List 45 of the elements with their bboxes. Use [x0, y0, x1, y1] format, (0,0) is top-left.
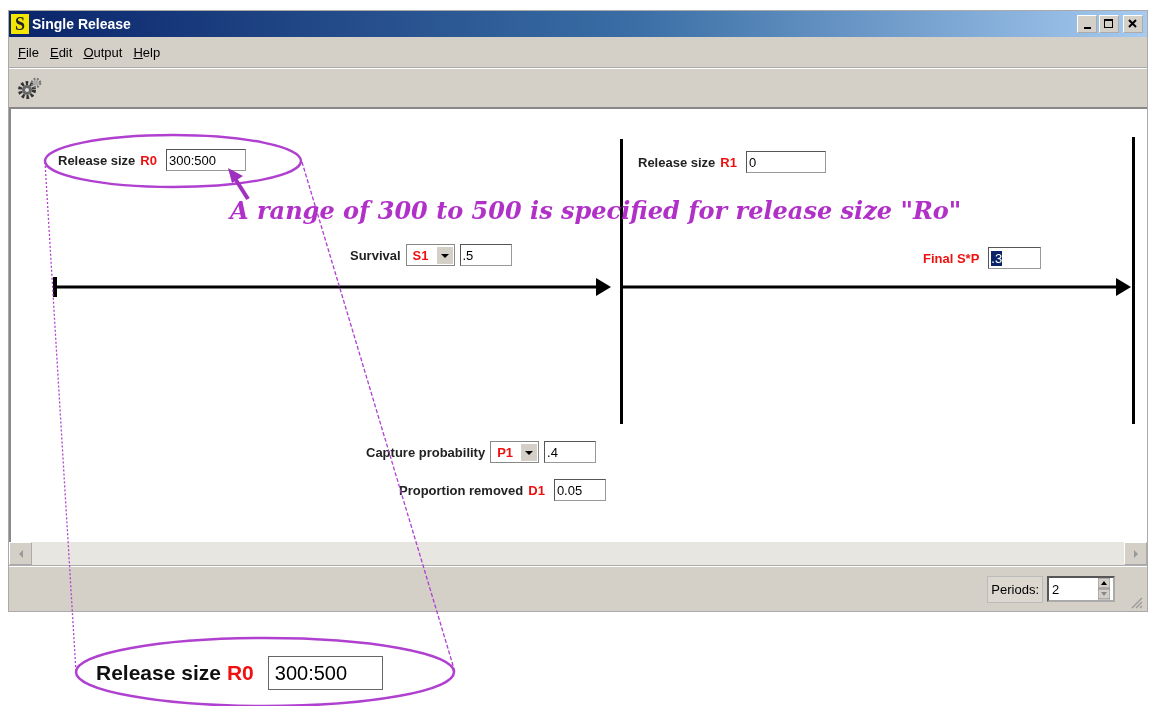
field-label: Release size: [96, 661, 221, 685]
parameter-code: R1: [720, 154, 737, 170]
input-field[interactable]: 0.05: [553, 479, 606, 501]
parameter-code: R0: [226, 661, 254, 685]
pointer-arrow: [228, 168, 250, 201]
input-field[interactable]: 0: [745, 151, 826, 173]
input-field[interactable]: 300:500: [165, 149, 246, 171]
close-button[interactable]: [1123, 15, 1143, 33]
field-label: Capture probability: [366, 444, 486, 460]
field-label: Final S*P: [923, 250, 980, 266]
periods-spinner[interactable]: 2: [1047, 576, 1115, 602]
parameter-code: R0: [140, 152, 157, 168]
input-field[interactable]: .4: [544, 441, 597, 463]
field-label: Release size: [638, 154, 716, 170]
gear-icon: [17, 76, 43, 100]
scroll-right-button[interactable]: [1124, 542, 1147, 565]
input-field[interactable]: .5: [459, 244, 512, 266]
spinner-arrows-icon: [1098, 578, 1110, 600]
minimize-icon: [1083, 26, 1091, 29]
maximize-icon: [1104, 19, 1114, 29]
minimize-button[interactable]: [1077, 15, 1097, 33]
menu-item[interactable]: Edit: [49, 44, 73, 60]
dropdown[interactable]: P1: [490, 441, 540, 463]
horizontal-scrollbar[interactable]: [9, 542, 1147, 565]
dropdown[interactable]: S1: [405, 244, 455, 266]
window-title: Single Release: [32, 16, 132, 32]
menu-item[interactable]: Output: [83, 44, 123, 60]
input-field[interactable]: .3: [988, 247, 1042, 269]
field-label: Proportion removed: [399, 482, 524, 498]
periods-label: Periods:: [987, 575, 1043, 603]
parameter-code: D1: [528, 482, 545, 498]
maximize-button[interactable]: [1099, 15, 1119, 33]
scroll-left-button[interactable]: [9, 542, 32, 565]
input-field[interactable]: 300:500: [267, 656, 383, 690]
resize-grip-icon[interactable]: [1129, 595, 1143, 609]
close-icon: [1128, 19, 1138, 29]
menu-item[interactable]: File: [18, 44, 39, 60]
caret-icon: [521, 443, 538, 461]
right-arrow-icon: [1132, 549, 1139, 558]
field-label: Survival: [350, 247, 401, 263]
field-label: Release size: [58, 152, 136, 168]
left-arrow-icon: [17, 549, 24, 558]
app-logo: S: [11, 14, 29, 34]
caret-icon: [436, 246, 453, 264]
menu-item[interactable]: Help: [133, 44, 161, 60]
